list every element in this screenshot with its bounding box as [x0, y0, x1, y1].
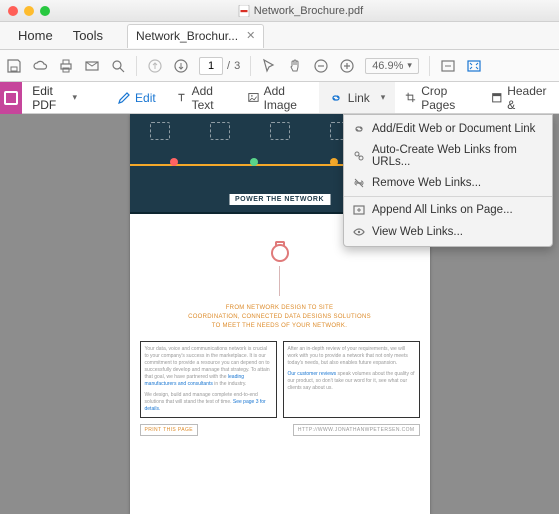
zoom-value: 46.9%: [372, 60, 403, 72]
pdf-file-icon: [238, 5, 250, 17]
search-icon[interactable]: [110, 58, 126, 74]
traffic-lights: [8, 6, 50, 16]
print-icon[interactable]: [58, 58, 74, 74]
page-total: 3: [234, 60, 240, 72]
hand-tool-icon[interactable]: [287, 58, 303, 74]
section-heading: FROM NETWORK DESIGN TO SITE COORDINATION…: [130, 300, 430, 335]
chevron-down-icon: ▾: [73, 92, 78, 103]
edit-label: Edit: [135, 91, 156, 105]
edit-tool[interactable]: Edit: [107, 82, 166, 113]
append-icon: [352, 203, 366, 217]
print-page-link: PRINT THIS PAGE: [140, 424, 199, 436]
fit-width-icon[interactable]: [440, 58, 456, 74]
menu-view-links[interactable]: View Web Links...: [344, 221, 552, 243]
add-text-label: Add Text: [192, 84, 228, 112]
add-image-tool[interactable]: Add Image: [238, 82, 319, 113]
save-icon[interactable]: [6, 58, 22, 74]
page-footer: PRINT THIS PAGE HTTP://WWW.JONATHANWPETE…: [130, 422, 430, 444]
page-down-icon[interactable]: [173, 58, 189, 74]
toolbar-separator: [250, 56, 251, 76]
hero-badge: POWER THE NETWORK: [228, 193, 331, 206]
chevron-down-icon: ▾: [381, 92, 386, 103]
zoom-out-icon[interactable]: [313, 58, 329, 74]
crop-icon: [405, 91, 416, 105]
page-sep: /: [227, 60, 230, 72]
tab-tools[interactable]: Tools: [63, 22, 113, 49]
footer-url: HTTP://WWW.JONATHANWPETERSEN.COM: [293, 424, 420, 436]
add-text-tool[interactable]: Add Text: [166, 82, 238, 113]
link-label: Link: [348, 91, 370, 105]
right-column: After an in-depth review of your require…: [283, 341, 420, 418]
close-window-button[interactable]: [8, 6, 18, 16]
app-tabs-row: Home Tools Network_Brochur... ✕: [0, 22, 559, 50]
text-icon: [176, 91, 187, 105]
eye-icon: [352, 225, 366, 239]
window-title-wrap: Network_Brochure.pdf: [50, 5, 551, 17]
minimize-window-button[interactable]: [24, 6, 34, 16]
link-tool[interactable]: Link ▾: [319, 82, 396, 113]
crop-pages-tool[interactable]: Crop Pages: [395, 82, 480, 113]
menu-auto-create-links[interactable]: Auto-Create Web Links from URLs...: [344, 140, 552, 172]
zoom-in-icon[interactable]: [339, 58, 355, 74]
link-icon: [329, 91, 343, 105]
add-image-label: Add Image: [264, 84, 309, 112]
header-footer-tool[interactable]: Header &: [481, 82, 559, 113]
link-icon: [352, 122, 366, 136]
menu-remove-links[interactable]: Remove Web Links...: [344, 172, 552, 194]
main-toolbar: / 3 46.9% ▾: [0, 50, 559, 82]
edit-pdf-label: Edit PDF: [32, 84, 68, 112]
close-tab-icon[interactable]: ✕: [246, 29, 255, 42]
page-number-input[interactable]: [199, 57, 223, 75]
edit-toolbar: Edit PDF ▾ Edit Add Text Add Image Link …: [0, 82, 559, 114]
sidebar-toggle[interactable]: [0, 82, 22, 114]
window-titlebar: Network_Brochure.pdf: [0, 0, 559, 22]
toolbar-separator: [429, 56, 430, 76]
stopwatch-icon: [271, 244, 289, 262]
toolbar-separator: [136, 56, 137, 76]
document-tab[interactable]: Network_Brochur... ✕: [127, 24, 264, 48]
tab-home[interactable]: Home: [8, 22, 63, 49]
document-viewport[interactable]: POWER THE NETWORK FROM NETWORK DESIGN TO…: [0, 114, 559, 514]
body-columns: Your data, voice and communications netw…: [130, 335, 430, 422]
connector-line: [279, 266, 280, 296]
auto-link-icon: [352, 149, 366, 163]
edit-pdf-menu[interactable]: Edit PDF ▾: [22, 82, 87, 113]
header-label: Header &: [507, 84, 549, 112]
menu-separator: [344, 196, 552, 197]
remove-link-icon: [352, 176, 366, 190]
pencil-icon: [117, 91, 131, 105]
menu-append-links[interactable]: Append All Links on Page...: [344, 199, 552, 221]
document-tab-label: Network_Brochur...: [136, 29, 238, 43]
page-up-icon[interactable]: [147, 58, 163, 74]
crop-label: Crop Pages: [421, 84, 470, 112]
zoom-select[interactable]: 46.9% ▾: [365, 58, 419, 74]
chevron-down-icon: ▾: [407, 60, 412, 71]
window-title: Network_Brochure.pdf: [254, 5, 363, 17]
menu-add-edit-link[interactable]: Add/Edit Web or Document Link: [344, 118, 552, 140]
image-icon: [248, 91, 259, 105]
mail-icon[interactable]: [84, 58, 100, 74]
cloud-icon[interactable]: [32, 58, 48, 74]
link-dropdown-menu: Add/Edit Web or Document Link Auto-Creat…: [343, 114, 553, 247]
maximize-window-button[interactable]: [40, 6, 50, 16]
select-tool-icon[interactable]: [261, 58, 277, 74]
page-indicator: / 3: [199, 57, 240, 75]
left-column: Your data, voice and communications netw…: [140, 341, 277, 418]
header-icon: [491, 91, 503, 105]
fit-page-icon[interactable]: [466, 58, 482, 74]
